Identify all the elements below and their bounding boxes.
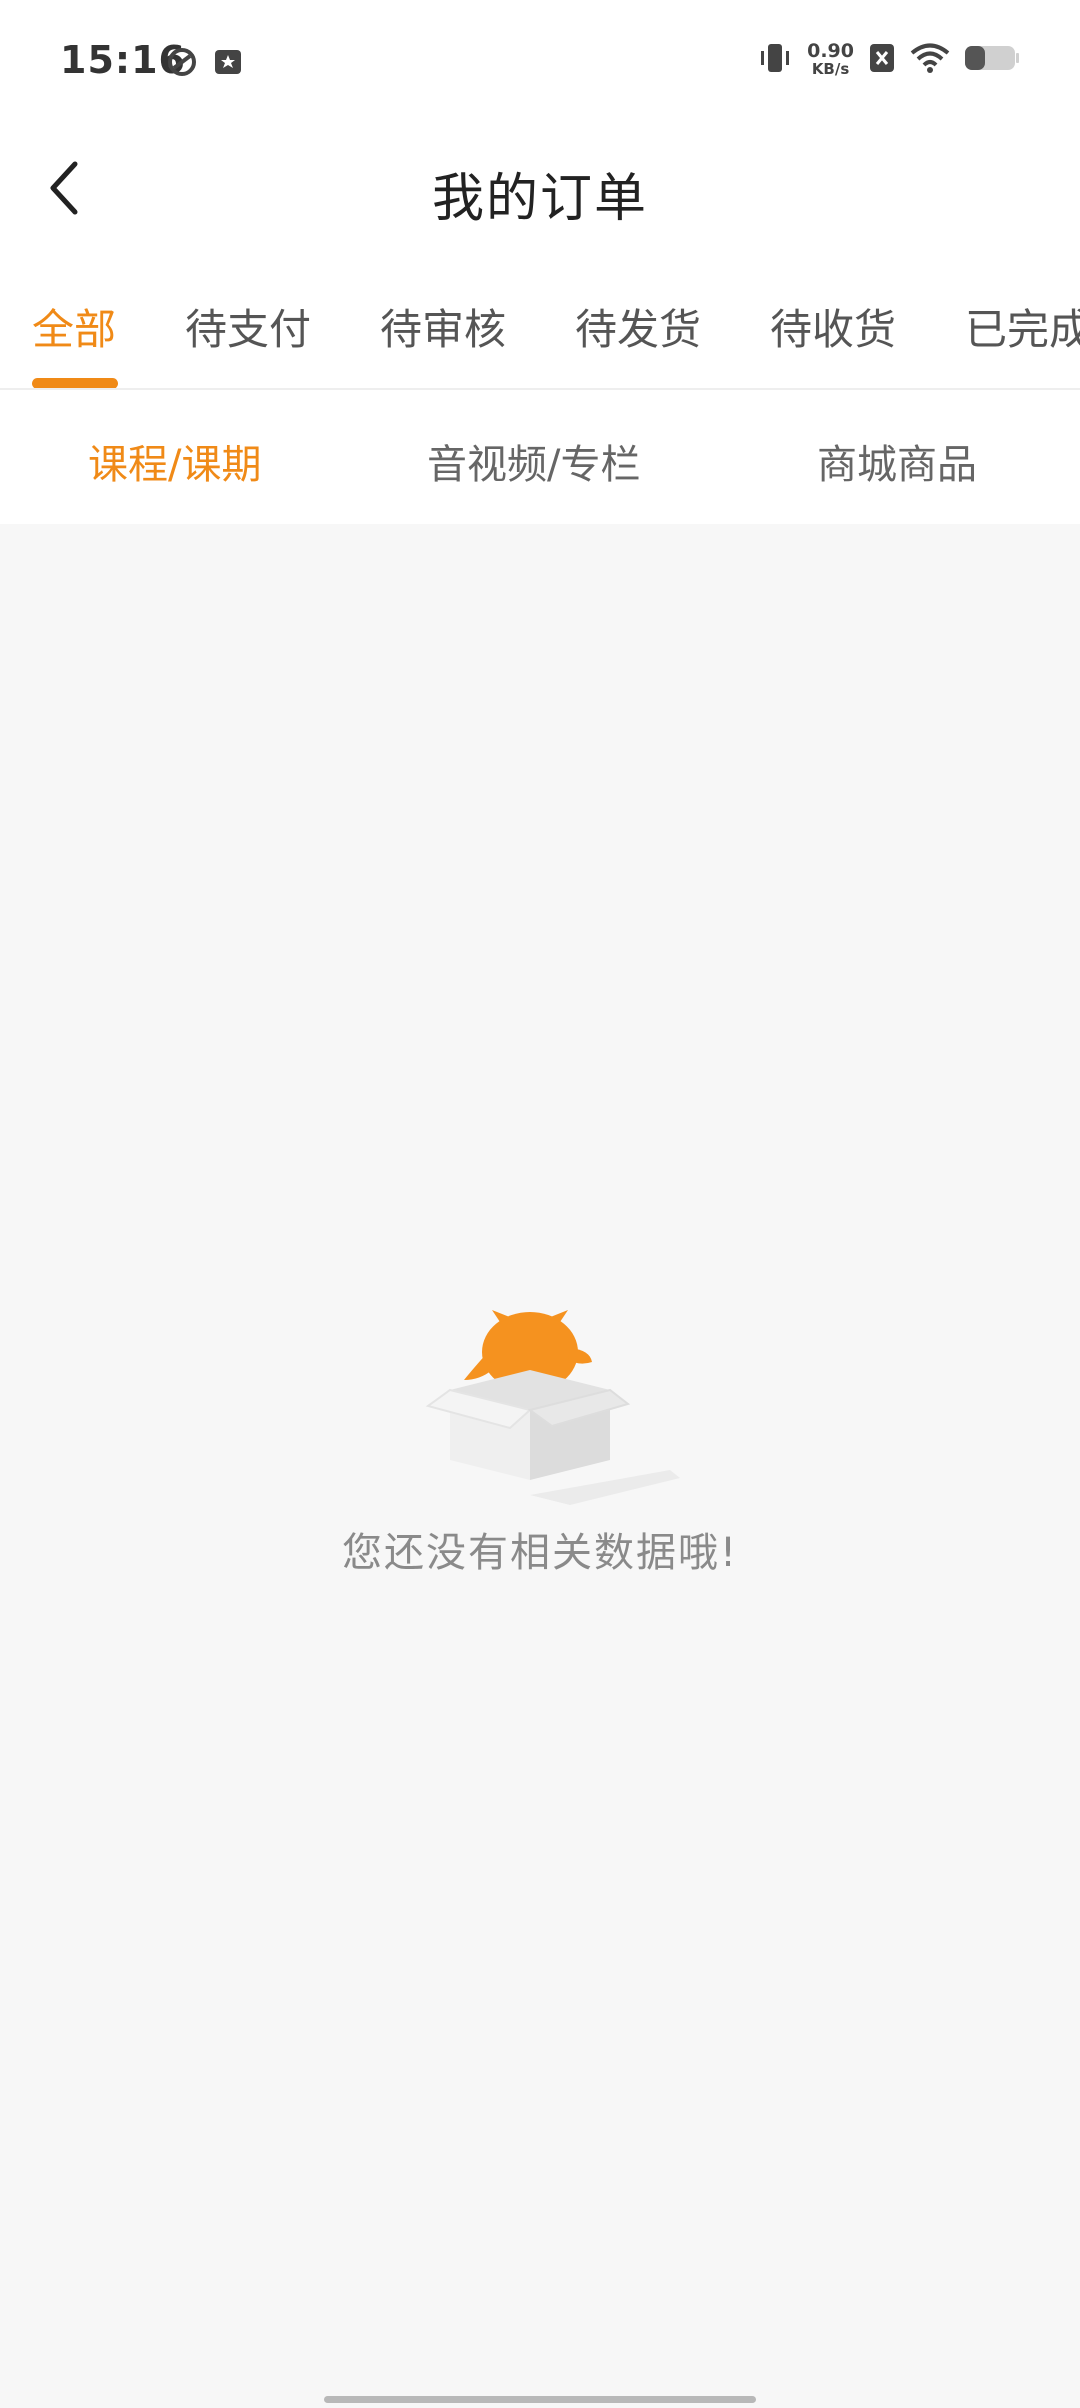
tab-pending-shipment[interactable]: 待发货 (575, 296, 701, 357)
notification-icon (212, 46, 244, 82)
order-type-tabs: 课程/课期 音视频/专栏 商城商品 (0, 390, 1080, 524)
status-right-icons: 0.90 KB/s (757, 40, 1020, 80)
net-speed-value: 0.90 (807, 40, 854, 62)
wifi-icon (910, 42, 950, 78)
sim-x-icon (868, 41, 896, 79)
tab-completed[interactable]: 已完成 (965, 296, 1080, 357)
battery-icon (964, 43, 1020, 77)
home-indicator[interactable] (324, 2396, 756, 2403)
order-status-tabs: 全部 待支付 待审核 待发货 待收货 已完成 (0, 256, 1080, 390)
net-speed: 0.90 KB/s (807, 40, 854, 79)
tab-pending-review[interactable]: 待审核 (380, 296, 506, 357)
subtab-audio-video[interactable]: 音视频/专栏 (427, 432, 640, 490)
sync-icon (166, 46, 198, 82)
tab-all[interactable]: 全部 (32, 296, 116, 357)
status-bar: 15:16 0.90 KB/s (0, 0, 1080, 126)
page-title: 我的订单 (431, 169, 648, 229)
screen: 15:16 0.90 KB/s 我的订单 全部 待支付 待审核 待发货 待收货 … (0, 0, 1080, 2408)
net-speed-unit: KB/s (811, 60, 850, 78)
tab-pending-receipt[interactable]: 待收货 (770, 296, 896, 357)
empty-state-message: 您还没有相关数据哦! (341, 1530, 739, 1576)
active-tab-indicator (32, 378, 118, 388)
vibrate-icon (757, 40, 793, 80)
subtab-mall-goods[interactable]: 商城商品 (817, 432, 977, 490)
empty-box-icon (420, 1300, 700, 1520)
subtab-courses[interactable]: 课程/课期 (88, 432, 261, 490)
tab-pending-payment[interactable]: 待支付 (185, 296, 311, 357)
status-left-icons (166, 46, 244, 82)
header: 我的订单 (0, 126, 1080, 256)
